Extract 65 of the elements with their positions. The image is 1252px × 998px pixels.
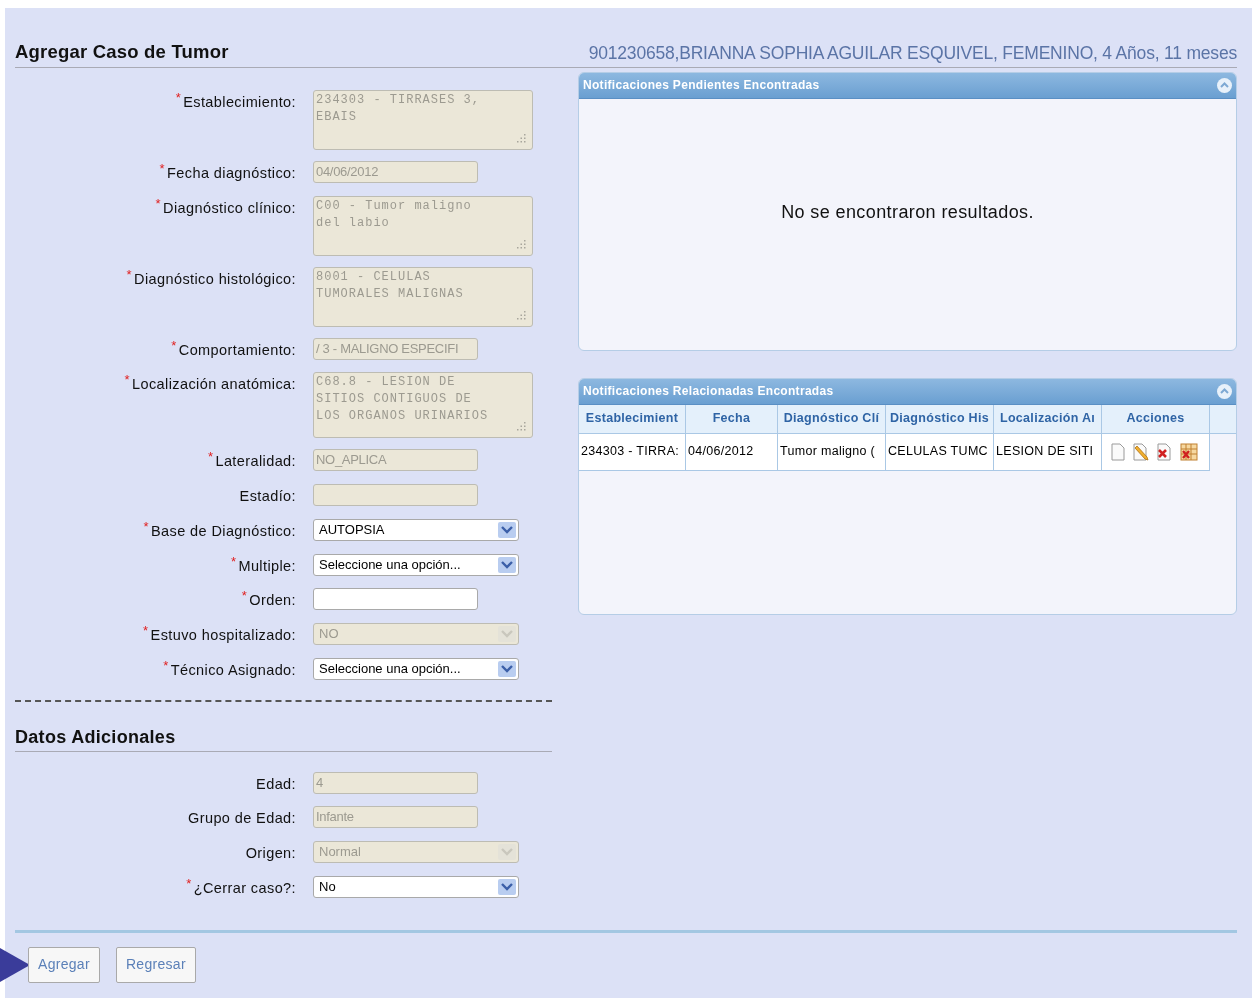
pointer-arrow-icon (0, 947, 30, 982)
field-label: Estadío: (239, 487, 296, 506)
column-header[interactable]: Acciones (1102, 404, 1210, 433)
table-cell: CELULAS TUMC (886, 433, 994, 470)
resize-grip-icon (517, 133, 526, 143)
column-header[interactable]: Diagnóstico His (886, 404, 994, 433)
field-label: Grupo de Edad: (188, 809, 296, 829)
empty-message: No se encontraron resultados. (781, 200, 1034, 224)
table-cell: LESION DE SITI (994, 433, 1102, 470)
field-label: Lateralidad: (215, 452, 296, 472)
required-mark: * (207, 451, 214, 467)
required-mark: * (159, 162, 166, 178)
dropdown-select[interactable]: AUTOPSIA (313, 518, 519, 541)
field-label: Multiple: (238, 556, 296, 576)
action-button[interactable]: Regresar (115, 946, 196, 983)
column-header[interactable]: Localización Aı (994, 404, 1102, 433)
dropdown-select[interactable]: Seleccione una opción... (313, 553, 519, 576)
panel-title: Notificaciones Relacionadas Encontradas (583, 383, 834, 401)
required-mark: * (163, 659, 169, 675)
required-mark: * (126, 268, 133, 284)
pencil-document-icon[interactable] (1132, 442, 1150, 461)
required-mark: * (175, 91, 182, 107)
field-label: Orden: (249, 591, 296, 611)
required-mark: * (155, 197, 162, 213)
field-label: ¿Cerrar caso?: (193, 878, 296, 898)
column-header[interactable]: Fecha (686, 404, 778, 433)
patient-info: 901230658,BRIANNA SOPHIA AGUILAR ESQUIVEL, FEMENINO, 4 Años, 11 meses (588, 41, 1237, 65)
field-label: Fecha diagnóstico: (167, 163, 296, 183)
field-label: Técnico Asignado: (170, 660, 296, 680)
required-mark: * (143, 520, 149, 536)
delete-document-icon[interactable] (1156, 442, 1174, 461)
required-mark: * (241, 590, 248, 606)
table-cell: Tumor maligno ( (778, 433, 886, 470)
required-mark: * (230, 555, 237, 571)
document-icon[interactable] (1110, 442, 1126, 461)
section-title: Datos Adicionales (15, 726, 176, 747)
resize-grip-icon (517, 422, 526, 432)
required-mark: * (124, 374, 131, 390)
dropdown-select[interactable]: No (313, 875, 519, 898)
input-field[interactable] (313, 588, 478, 611)
table-cell: 234303 - TIRRA: (579, 433, 686, 470)
field-label: Base de Diagnóstico: (150, 521, 296, 541)
field-label: Diagnóstico clínico: (163, 198, 296, 218)
resize-grip-icon (517, 310, 526, 320)
collapse-icon[interactable] (1217, 383, 1232, 399)
dropdown-select[interactable]: Seleccione una opción... (313, 657, 519, 680)
required-mark: * (186, 877, 192, 893)
column-header[interactable]: Establecimient (579, 404, 686, 433)
field-label: Estuvo hospitalizado: (150, 626, 296, 645)
resize-grip-icon (517, 239, 526, 249)
field-label: Establecimiento: (183, 92, 296, 112)
field-label: Origen: (245, 844, 296, 863)
required-mark: * (143, 625, 149, 640)
panel-title: Notificaciones Pendientes Encontradas (583, 77, 820, 95)
field-label: Edad: (256, 774, 296, 794)
grid-delete-icon[interactable] (1180, 442, 1198, 461)
collapse-icon[interactable] (1217, 77, 1232, 93)
column-header[interactable]: Diagnóstico Clí (778, 404, 886, 433)
action-button[interactable]: Agregar (28, 946, 100, 983)
field-label: Localización anatómica: (132, 375, 296, 395)
page-title: Agregar Caso de Tumor (15, 40, 229, 64)
table-cell: 04/06/2012 (686, 433, 778, 470)
required-mark: * (171, 339, 177, 355)
field-label: Comportamiento: (178, 340, 296, 360)
field-label: Diagnóstico histológico: (134, 269, 296, 289)
